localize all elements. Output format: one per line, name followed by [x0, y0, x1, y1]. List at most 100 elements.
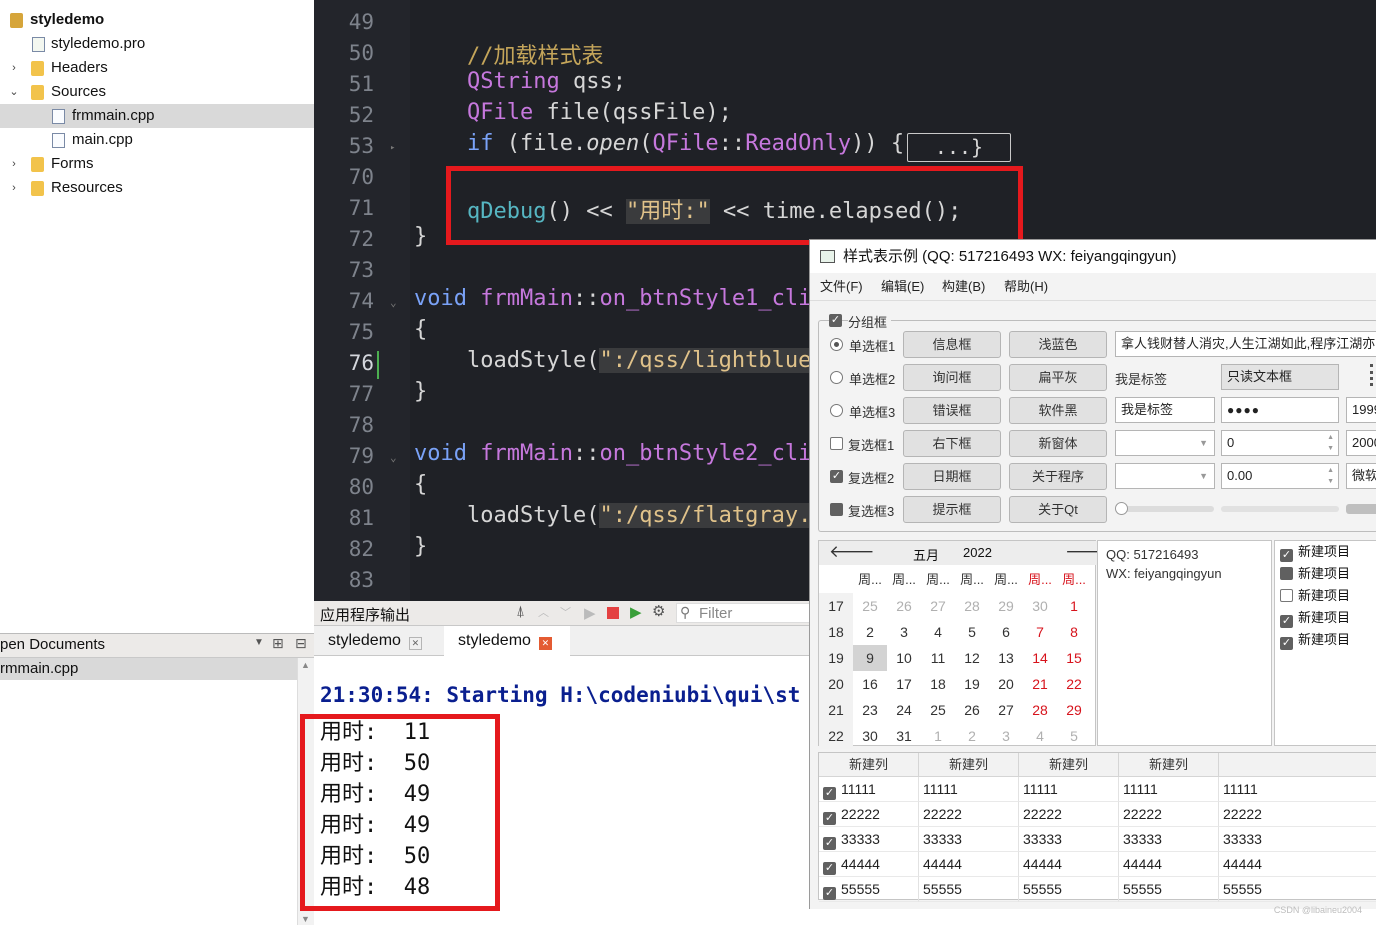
- tip-box-button[interactable]: 提示框: [903, 496, 1001, 523]
- radio-3[interactable]: [830, 404, 843, 417]
- gear-icon[interactable]: ⚙: [652, 602, 665, 620]
- split-icon[interactable]: ⊞: [272, 635, 284, 652]
- calendar-day[interactable]: 27: [921, 593, 955, 619]
- menu-build[interactable]: 构建(B): [942, 273, 985, 301]
- table-cell[interactable]: ✓ 22222: [819, 802, 919, 827]
- window-titlebar[interactable]: 样式表示例 (QQ: 517216493 WX: feiyangqingyun): [810, 240, 1376, 273]
- open-documents-scrollbar[interactable]: ▲ ▼: [297, 658, 314, 925]
- calendar-day[interactable]: 9: [853, 645, 887, 671]
- chevron-down-icon[interactable]: ▼: [1199, 464, 1208, 488]
- calendar-day[interactable]: 15: [1057, 645, 1091, 671]
- bottom-right-box-button[interactable]: 右下框: [903, 430, 1001, 457]
- date-edit-clipped[interactable]: 1999: [1346, 397, 1376, 423]
- menu-edit[interactable]: 编辑(E): [881, 273, 924, 301]
- calendar-day[interactable]: 29: [989, 593, 1023, 619]
- calendar-day[interactable]: 25: [853, 593, 887, 619]
- row-checkbox[interactable]: ✓: [823, 887, 836, 900]
- calendar-day[interactable]: 12: [955, 645, 989, 671]
- info-text-box[interactable]: QQ: 517216493 WX: feiyangqingyun: [1097, 540, 1272, 746]
- list-item[interactable]: 新建项目: [1280, 563, 1350, 585]
- tree-item-forms[interactable]: › Forms: [0, 152, 314, 176]
- calendar-day[interactable]: 17: [887, 671, 921, 697]
- calendar-day[interactable]: 22: [1057, 671, 1091, 697]
- calendar-day[interactable]: 3: [989, 723, 1023, 749]
- table-cell[interactable]: 55555: [919, 877, 1019, 902]
- calendar-day[interactable]: 30: [853, 723, 887, 749]
- close-icon[interactable]: ✕: [538, 637, 552, 650]
- software-black-style-button[interactable]: 软件黑: [1009, 397, 1107, 424]
- next-icon[interactable]: ﹀: [560, 604, 571, 620]
- calendar-day[interactable]: 3: [887, 619, 921, 645]
- slider-handle[interactable]: [1115, 502, 1128, 515]
- list-item[interactable]: 新建项目: [1280, 585, 1350, 607]
- table-cell[interactable]: ✓ 44444: [819, 852, 919, 877]
- calendar-day[interactable]: 11: [921, 645, 955, 671]
- checkbox-1[interactable]: [830, 437, 843, 450]
- label-input[interactable]: 我是标签: [1115, 397, 1215, 423]
- row-checkbox[interactable]: ✓: [823, 812, 836, 825]
- row-checkbox[interactable]: ✓: [823, 862, 836, 875]
- table-cell[interactable]: 33333: [1219, 827, 1376, 852]
- horizontal-slider[interactable]: [1120, 506, 1214, 512]
- table-cell[interactable]: 55555: [1219, 877, 1376, 902]
- calendar-day[interactable]: 4: [921, 619, 955, 645]
- list-item[interactable]: ✓ 新建项目: [1280, 541, 1350, 563]
- error-box-button[interactable]: 错误框: [903, 397, 1001, 424]
- list-item-checkbox[interactable]: ✓: [1280, 637, 1293, 650]
- calendar-year[interactable]: 2022: [963, 545, 992, 560]
- previous-icon[interactable]: ︿: [538, 604, 549, 620]
- checkbox-3[interactable]: [830, 503, 843, 516]
- scroll-up-icon[interactable]: ▲: [301, 660, 310, 670]
- table-cell[interactable]: 44444: [1119, 852, 1219, 877]
- fold-marker-icon[interactable]: ⌄: [390, 296, 397, 309]
- tree-item-headers[interactable]: › Headers: [0, 56, 314, 80]
- table-cell[interactable]: 33333: [919, 827, 1019, 852]
- debug-run-icon[interactable]: ▶: [630, 603, 642, 621]
- table-cell[interactable]: 22222: [919, 802, 1019, 827]
- question-box-button[interactable]: 询问框: [903, 364, 1001, 391]
- fold-marker-icon[interactable]: ▸: [390, 143, 395, 153]
- list-item[interactable]: ✓ 新建项目: [1280, 629, 1350, 651]
- calendar-day[interactable]: 29: [1057, 697, 1091, 723]
- date-box-button[interactable]: 日期框: [903, 463, 1001, 490]
- scroll-bar-clipped[interactable]: [1346, 504, 1376, 514]
- row-checkbox[interactable]: ✓: [823, 787, 836, 800]
- calendar-month[interactable]: 五月: [913, 545, 939, 564]
- calendar-day[interactable]: 1: [921, 723, 955, 749]
- attach-icon[interactable]: ⍋: [516, 603, 525, 620]
- calendar-day[interactable]: 6: [989, 619, 1023, 645]
- calendar-day[interactable]: 2: [853, 619, 887, 645]
- table-cell[interactable]: 11111: [1019, 777, 1119, 802]
- table-header[interactable]: 新建列: [819, 753, 919, 777]
- calendar-day[interactable]: 24: [887, 697, 921, 723]
- calendar-day[interactable]: 28: [1023, 697, 1057, 723]
- row-checkbox[interactable]: ✓: [823, 837, 836, 850]
- list-item-checkbox[interactable]: [1280, 589, 1293, 602]
- tree-item-styledemo-pro[interactable]: styledemo.pro: [0, 32, 314, 56]
- calendar-day[interactable]: 18: [921, 671, 955, 697]
- table-cell[interactable]: 55555: [1119, 877, 1219, 902]
- calendar-day[interactable]: 5: [955, 619, 989, 645]
- about-qt-button[interactable]: 关于Qt: [1009, 496, 1107, 523]
- double-spin-box[interactable]: 0.00 ▲ ▼: [1221, 463, 1339, 489]
- open-document-item[interactable]: rmmain.cpp: [0, 658, 297, 680]
- table-cell[interactable]: 11111: [1219, 777, 1376, 802]
- calendar-day[interactable]: 27: [989, 697, 1023, 723]
- list-item-checkbox[interactable]: ✓: [1280, 549, 1293, 562]
- combo-box-1[interactable]: ▼: [1115, 430, 1215, 456]
- flat-gray-style-button[interactable]: 扁平灰: [1009, 364, 1107, 391]
- dropdown-arrow-icon[interactable]: ▼: [254, 637, 264, 648]
- calendar-day[interactable]: 10: [887, 645, 921, 671]
- filter-input[interactable]: ⚲ Filter: [676, 603, 811, 623]
- table-cell[interactable]: 44444: [919, 852, 1019, 877]
- calendar-day[interactable]: 8: [1057, 619, 1091, 645]
- table-cell[interactable]: ✓ 33333: [819, 827, 919, 852]
- table-cell[interactable]: 22222: [1019, 802, 1119, 827]
- calendar-day[interactable]: 14: [1023, 645, 1057, 671]
- calendar-day[interactable]: 7: [1023, 619, 1057, 645]
- calendar-day[interactable]: 26: [887, 593, 921, 619]
- list-item-checkbox[interactable]: ✓: [1280, 615, 1293, 628]
- table-cell[interactable]: 11111: [919, 777, 1019, 802]
- font-combo-clipped[interactable]: 微软: [1346, 463, 1376, 489]
- calendar-day[interactable]: 16: [853, 671, 887, 697]
